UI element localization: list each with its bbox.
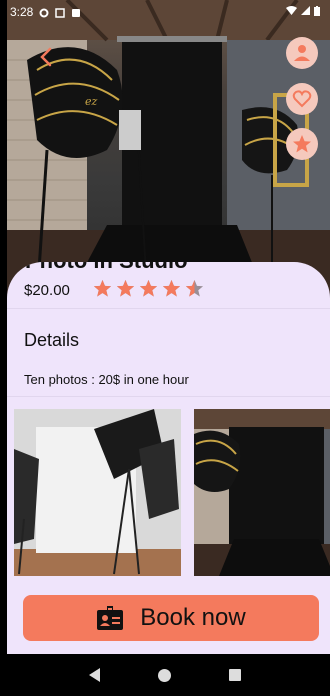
status-bar: 3:28 xyxy=(0,0,330,24)
sim-icon xyxy=(55,7,66,18)
book-now-button[interactable]: Book now xyxy=(23,595,319,641)
rating-stars xyxy=(93,279,204,298)
favorite-button[interactable] xyxy=(286,83,318,115)
profile-icon xyxy=(294,45,310,61)
studio-backdrop-photo xyxy=(194,409,330,576)
wifi-icon xyxy=(286,6,297,18)
back-button[interactable] xyxy=(31,42,61,72)
status-time: 3:28 xyxy=(10,5,34,19)
star-icon xyxy=(185,279,204,298)
book-now-label: Book now xyxy=(140,604,246,631)
svg-text:ez: ez xyxy=(85,95,98,108)
chevron-left-icon xyxy=(40,47,52,67)
star-icon xyxy=(162,279,181,298)
nav-back-icon[interactable] xyxy=(89,668,100,682)
star-icon xyxy=(93,279,112,298)
details-sheet: Photo in Studio $20.00 Details Ten photo… xyxy=(7,262,330,654)
nav-home-icon[interactable] xyxy=(158,668,171,682)
gear-icon xyxy=(39,7,49,18)
details-text: Ten photos : 20$ in one hour xyxy=(24,372,189,387)
clock-icon xyxy=(71,7,81,17)
details-heading: Details xyxy=(24,330,80,350)
star-icon xyxy=(139,279,158,298)
gallery-item-softbox[interactable] xyxy=(14,409,181,576)
system-nav-bar xyxy=(0,654,330,696)
divider xyxy=(7,308,330,309)
nav-recents-icon[interactable] xyxy=(229,669,241,681)
photo-gallery xyxy=(14,409,330,576)
profile-button[interactable] xyxy=(286,37,318,69)
heart-icon xyxy=(292,90,312,108)
divider xyxy=(7,396,330,397)
badge-icon xyxy=(97,606,124,630)
star-icon xyxy=(116,279,135,298)
studio-softbox-photo xyxy=(14,409,181,576)
listing-price: $20.00 xyxy=(24,282,70,299)
listing-title: Photo in Studio xyxy=(25,262,188,274)
battery-icon xyxy=(314,5,320,19)
star-icon xyxy=(293,135,311,153)
signal-icon xyxy=(301,6,310,18)
rate-button[interactable] xyxy=(286,128,318,160)
hero-photo: ez xyxy=(7,0,330,300)
gallery-item-backdrop[interactable] xyxy=(194,409,330,576)
